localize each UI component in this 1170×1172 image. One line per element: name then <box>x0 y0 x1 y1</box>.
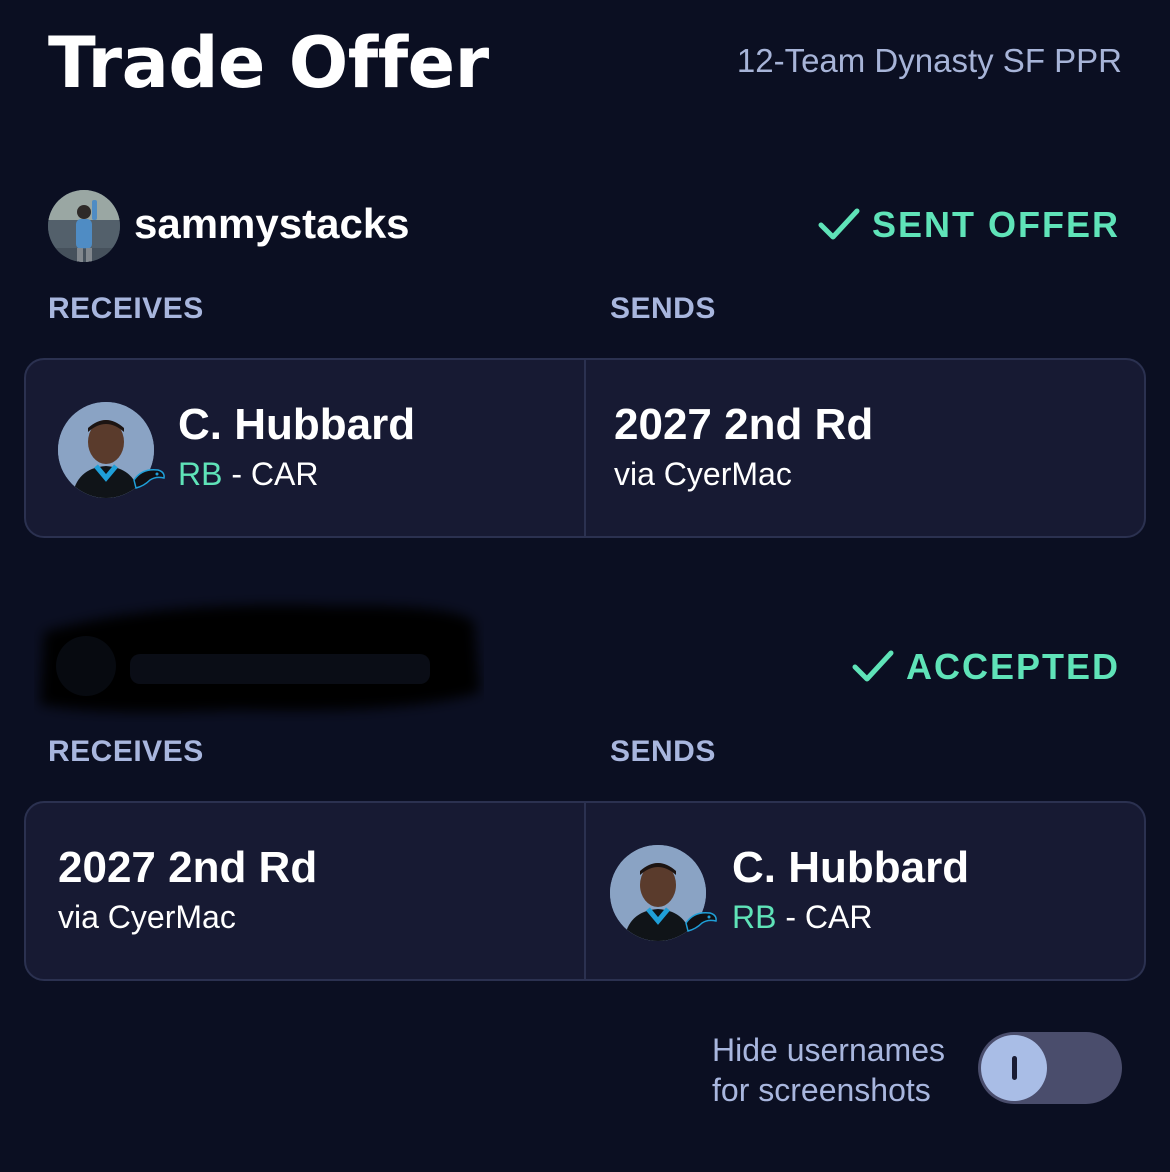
player-team: - CAR <box>222 456 319 492</box>
hide-usernames-line1: Hide usernames <box>712 1032 945 1068</box>
player-position-team: RB - CAR <box>732 899 872 936</box>
hide-usernames-label: Hide usernames for screenshots <box>712 1030 945 1110</box>
username[interactable]: sammystacks <box>134 200 410 248</box>
offer-party-header: sammystacks SENT OFFER <box>48 190 1120 266</box>
player-position: RB <box>732 899 777 935</box>
user-avatar[interactable] <box>48 190 120 262</box>
check-icon <box>852 650 894 682</box>
player-name: C. Hubbard <box>178 400 416 449</box>
hide-usernames-toggle[interactable] <box>978 1032 1122 1104</box>
panthers-logo-icon <box>133 468 165 489</box>
status-badge: SENT OFFER <box>818 204 1120 246</box>
draft-pick-via: via CyerMac <box>58 899 236 935</box>
sends-asset[interactable]: 2027 2nd Rd via CyerMac <box>584 360 1144 536</box>
draft-pick-via: via CyerMac <box>614 456 792 492</box>
player-team: - CAR <box>776 899 873 935</box>
sends-heading: SENDS <box>610 292 716 325</box>
trade-card: C. Hubbard RB - CAR 2027 2nd Rd via Cyer… <box>24 358 1146 538</box>
receives-heading: RECEIVES <box>48 292 204 325</box>
sends-heading: SENDS <box>610 735 716 768</box>
league-name: 12-Team Dynasty SF PPR <box>736 42 1122 79</box>
player-name: C. Hubbard <box>732 843 970 892</box>
offer-party-header-2: ACCEPTED <box>48 632 1120 708</box>
check-icon <box>818 208 860 240</box>
receives-asset[interactable]: C. Hubbard RB - CAR <box>26 360 584 536</box>
toggle-knob <box>981 1035 1047 1101</box>
status-text: ACCEPTED <box>905 646 1120 687</box>
page-title: Trade Offer <box>48 22 489 104</box>
draft-pick-name: 2027 2nd Rd <box>58 843 318 892</box>
hide-usernames-line2: for screenshots <box>712 1072 931 1108</box>
status-text: SENT OFFER <box>871 204 1120 245</box>
panthers-logo-icon <box>685 911 717 932</box>
trade-card: 2027 2nd Rd via CyerMac C. Hubbard RB - … <box>24 801 1146 981</box>
draft-pick-name: 2027 2nd Rd <box>614 400 874 449</box>
receives-heading: RECEIVES <box>48 735 204 768</box>
status-badge: ACCEPTED <box>852 646 1120 688</box>
player-position-team: RB - CAR <box>178 456 318 493</box>
player-position: RB <box>178 456 223 492</box>
sends-asset[interactable]: C. Hubbard RB - CAR <box>584 803 1144 979</box>
receives-asset[interactable]: 2027 2nd Rd via CyerMac <box>26 803 584 979</box>
